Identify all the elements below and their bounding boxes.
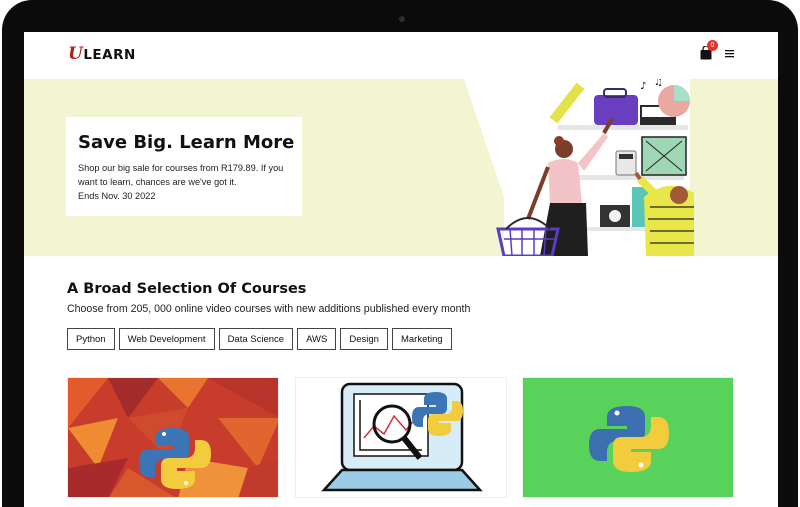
- hero-title: Save Big. Learn More: [78, 132, 295, 153]
- tab-python[interactable]: Python: [67, 328, 115, 350]
- hero-description: Shop our big sale for courses from R179.…: [78, 163, 284, 187]
- hero-banner: Save Big. Learn More Shop our big sale f…: [24, 79, 778, 256]
- cart-count-badge: 0: [707, 40, 718, 51]
- tab-data-science[interactable]: Data Science: [218, 328, 294, 350]
- hero-sale-end: Ends Nov. 30 2022: [78, 190, 156, 201]
- tab-aws[interactable]: AWS: [297, 328, 337, 350]
- shopping-illustration: ♪ ♫: [496, 79, 694, 256]
- browser-viewport: U LEARN 0 Save Big. Learn More Shop our b…: [24, 32, 778, 507]
- svg-text:♫: ♫: [654, 79, 663, 88]
- webcam-icon: [399, 16, 405, 22]
- logo-mark: U: [68, 44, 84, 64]
- tab-marketing[interactable]: Marketing: [391, 328, 452, 350]
- course-card[interactable]: [295, 377, 507, 498]
- course-thumbnail: [68, 378, 278, 497]
- svg-text:♪: ♪: [640, 81, 646, 92]
- tab-web-development[interactable]: Web Development: [118, 328, 215, 350]
- logo-text: LEARN: [83, 47, 136, 63]
- courses-section-title: A Broad Selection Of Courses: [67, 281, 307, 297]
- course-card[interactable]: [522, 377, 734, 498]
- courses-section-subtitle: Choose from 205, 000 online video course…: [67, 303, 471, 315]
- laptop-chart-illustration: [321, 382, 483, 492]
- hero-promo-card: Save Big. Learn More Shop our big sale f…: [66, 117, 302, 216]
- tab-design[interactable]: Design: [340, 328, 388, 350]
- course-category-tabs: Python Web Development Data Science AWS …: [67, 328, 452, 350]
- site-logo[interactable]: U LEARN: [68, 44, 136, 64]
- course-thumbnail: [523, 378, 733, 497]
- course-card[interactable]: [67, 377, 279, 498]
- hero-body: Shop our big sale for courses from R179.…: [78, 162, 293, 203]
- hamburger-menu-icon[interactable]: [725, 49, 734, 58]
- course-thumbnail: [296, 378, 506, 497]
- site-header: U LEARN 0: [24, 32, 778, 78]
